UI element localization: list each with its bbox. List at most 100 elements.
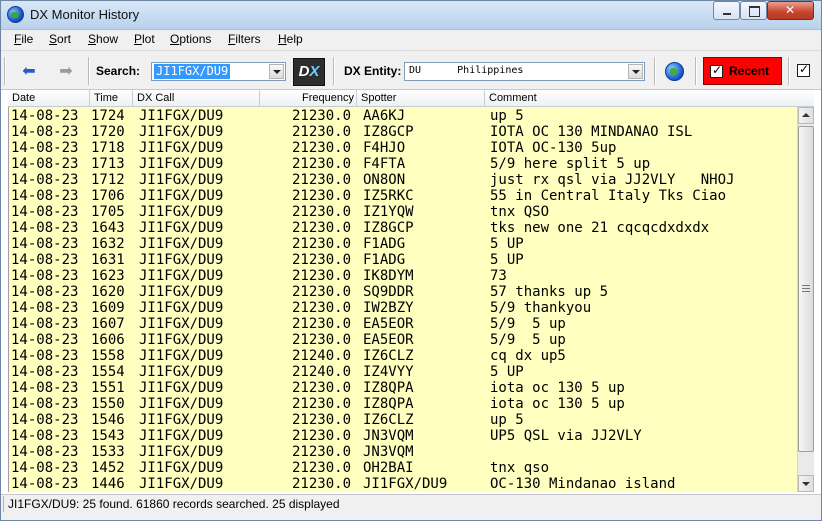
table-row[interactable]: 14-08-23 1550 JI1FGX/DU9 21230.0 IZ8QPA iota … <box>9 396 797 412</box>
cell-time: 1706 <box>91 188 125 204</box>
cell-date: 14-08-23 <box>11 284 79 300</box>
table-row[interactable]: 14-08-23 1706 JI1FGX/DU9 21230.0 IZ5RKC 55 in… <box>9 188 797 204</box>
cell-spotter: F4HJO <box>363 140 406 156</box>
minimize-button[interactable] <box>713 1 740 20</box>
menu-bar: File Sort Show Plot Options Filters Help <box>0 30 822 50</box>
table-row[interactable]: 14-08-23 1705 JI1FGX/DU9 21230.0 IZ1YQW tnx Q… <box>9 204 797 220</box>
toolbar-separator <box>88 57 90 85</box>
recent-checkbox[interactable] <box>710 63 723 78</box>
dx-entity-combo[interactable]: DU Philippines <box>404 62 645 81</box>
table-row[interactable]: 14-08-23 1631 JI1FGX/DU9 21230.0 F1ADG 5 UP <box>9 252 797 268</box>
column-spotter[interactable]: Spotter <box>357 90 485 107</box>
cell-date: 14-08-23 <box>11 428 79 444</box>
cell-time: 1720 <box>91 124 125 140</box>
column-frequency[interactable]: Frequency <box>260 90 357 107</box>
table-row[interactable]: 14-08-23 1446 JI1FGX/DU9 21230.0 JI1FGX/DU9 O… <box>9 476 797 492</box>
dx-logo-button[interactable]: DX <box>293 58 325 86</box>
toolbar: ⬅ ➡ Search: JI1FGX/DU9 DX DX Entity: DU … <box>0 50 822 90</box>
menu-filters[interactable]: Filters <box>228 32 261 46</box>
table-row[interactable]: 14-08-23 1543 JI1FGX/DU9 21230.0 JN3VQM UP5 Q… <box>9 428 797 444</box>
menu-plot[interactable]: Plot <box>134 32 155 46</box>
scroll-down-icon[interactable] <box>798 475 814 492</box>
table-row[interactable]: 14-08-23 1554 JI1FGX/DU9 21240.0 IZ4VYY 5 UP <box>9 364 797 380</box>
back-arrow-icon[interactable]: ⬅ <box>18 63 40 79</box>
close-button[interactable] <box>767 1 814 20</box>
table-row[interactable]: 14-08-23 1620 JI1FGX/DU9 21230.0 SQ9DDR 57 th… <box>9 284 797 300</box>
scrollbar-thumb[interactable] <box>798 126 814 452</box>
menu-options[interactable]: Options <box>170 32 211 46</box>
table-row[interactable]: 14-08-23 1632 JI1FGX/DU9 21230.0 F1ADG 5 UP <box>9 236 797 252</box>
cell-frequency: 21230.0 <box>292 172 352 188</box>
cell-frequency: 21230.0 <box>292 140 352 156</box>
search-input[interactable]: JI1FGX/DU9 <box>154 64 231 79</box>
cell-spotter: ON8ON <box>363 172 406 188</box>
menu-file[interactable]: File <box>14 32 33 46</box>
table-row[interactable]: 14-08-23 1546 JI1FGX/DU9 21230.0 IZ6CLZ up 5 <box>9 412 797 428</box>
menu-help[interactable]: Help <box>278 32 303 46</box>
table-row[interactable]: 14-08-23 1724 JI1FGX/DU9 21230.0 AA6KJ up 5 <box>9 108 797 124</box>
cell-date: 14-08-23 <box>11 252 79 268</box>
menu-show[interactable]: Show <box>88 32 118 46</box>
chevron-down-icon[interactable] <box>628 64 643 79</box>
search-combo[interactable]: JI1FGX/DU9 <box>151 62 286 81</box>
cell-comment: cq dx up5 <box>490 348 566 364</box>
spot-list[interactable]: 14-08-23 1724 JI1FGX/DU9 21230.0 AA6KJ up 5 14… <box>8 107 797 492</box>
cell-time: 1543 <box>91 428 125 444</box>
cell-date: 14-08-23 <box>11 236 79 252</box>
table-row[interactable]: 14-08-23 1558 JI1FGX/DU9 21240.0 IZ6CLZ cq dx… <box>9 348 797 364</box>
cell-date: 14-08-23 <box>11 188 79 204</box>
recent-button[interactable]: Recent <box>703 57 782 85</box>
cell-dx-call: JI1FGX/DU9 <box>139 300 224 316</box>
toolbar-separator <box>333 57 335 85</box>
toolbar-separator <box>788 57 790 85</box>
table-row[interactable]: 14-08-23 1606 JI1FGX/DU9 21230.0 EA5EOR 5/9 5… <box>9 332 797 348</box>
cell-comment: 5/9 5 up <box>490 332 566 348</box>
table-row[interactable]: 14-08-23 1713 JI1FGX/DU9 21230.0 F4FTA 5/9 he… <box>9 156 797 172</box>
cell-comment: 5 UP <box>490 236 524 252</box>
cell-comment: up 5 <box>490 412 524 428</box>
cell-time: 1446 <box>91 476 125 492</box>
cell-dx-call: JI1FGX/DU9 <box>139 444 224 460</box>
cell-spotter: JI1FGX/DU9 <box>363 476 448 492</box>
status-bar: JI1FGX/DU9: 25 found. 61860 records sear… <box>0 494 822 521</box>
cell-dx-call: JI1FGX/DU9 <box>139 380 224 396</box>
table-row[interactable]: 14-08-23 1718 JI1FGX/DU9 21230.0 F4HJO IOTA O… <box>9 140 797 156</box>
cell-spotter: IZ5RKC <box>363 188 414 204</box>
dx-entity-value[interactable]: DU Philippines <box>409 65 523 76</box>
table-row[interactable]: 14-08-23 1609 JI1FGX/DU9 21230.0 IW2BZY 5/9 t… <box>9 300 797 316</box>
column-dx-call[interactable]: DX Call <box>133 90 260 107</box>
maximize-button[interactable] <box>740 1 767 20</box>
cell-dx-call: JI1FGX/DU9 <box>139 364 224 380</box>
cell-time: 1713 <box>91 156 125 172</box>
table-row[interactable]: 14-08-23 1607 JI1FGX/DU9 21230.0 EA5EOR 5/9 5… <box>9 316 797 332</box>
globe-icon[interactable] <box>665 62 684 81</box>
title-bar: DX Monitor History <box>0 0 822 30</box>
forward-arrow-icon[interactable]: ➡ <box>55 63 77 79</box>
scroll-up-icon[interactable] <box>798 107 814 124</box>
menu-sort[interactable]: Sort <box>49 32 71 46</box>
cell-frequency: 21240.0 <box>292 348 352 364</box>
cell-date: 14-08-23 <box>11 364 79 380</box>
table-row[interactable]: 14-08-23 1712 JI1FGX/DU9 21230.0 ON8ON just r… <box>9 172 797 188</box>
cell-date: 14-08-23 <box>11 220 79 236</box>
column-time[interactable]: Time <box>90 90 133 107</box>
vertical-scrollbar[interactable] <box>797 107 814 492</box>
table-row[interactable]: 14-08-23 1452 JI1FGX/DU9 21230.0 OH2BAI tnx q… <box>9 460 797 476</box>
cell-frequency: 21230.0 <box>292 412 352 428</box>
cell-spotter: EA5EOR <box>363 316 414 332</box>
table-row[interactable]: 14-08-23 1720 JI1FGX/DU9 21230.0 IZ8GCP IOTA … <box>9 124 797 140</box>
table-row[interactable]: 14-08-23 1623 JI1FGX/DU9 21230.0 IK8DYM 73 <box>9 268 797 284</box>
cell-time: 1607 <box>91 316 125 332</box>
table-row[interactable]: 14-08-23 1533 JI1FGX/DU9 21230.0 JN3VQM <box>9 444 797 460</box>
table-row[interactable]: 14-08-23 1551 JI1FGX/DU9 21230.0 IZ8QPA iota … <box>9 380 797 396</box>
cell-spotter: IZ8GCP <box>363 124 414 140</box>
column-date[interactable]: Date <box>8 90 90 107</box>
cell-spotter: IK8DYM <box>363 268 414 284</box>
table-row[interactable]: 14-08-23 1643 JI1FGX/DU9 21230.0 IZ8GCP tks n… <box>9 220 797 236</box>
chevron-down-icon[interactable] <box>269 64 284 79</box>
cell-dx-call: JI1FGX/DU9 <box>139 108 224 124</box>
extra-checkbox[interactable] <box>797 62 810 77</box>
cell-dx-call: JI1FGX/DU9 <box>139 220 224 236</box>
column-comment[interactable]: Comment <box>485 90 814 107</box>
cell-dx-call: JI1FGX/DU9 <box>139 172 224 188</box>
